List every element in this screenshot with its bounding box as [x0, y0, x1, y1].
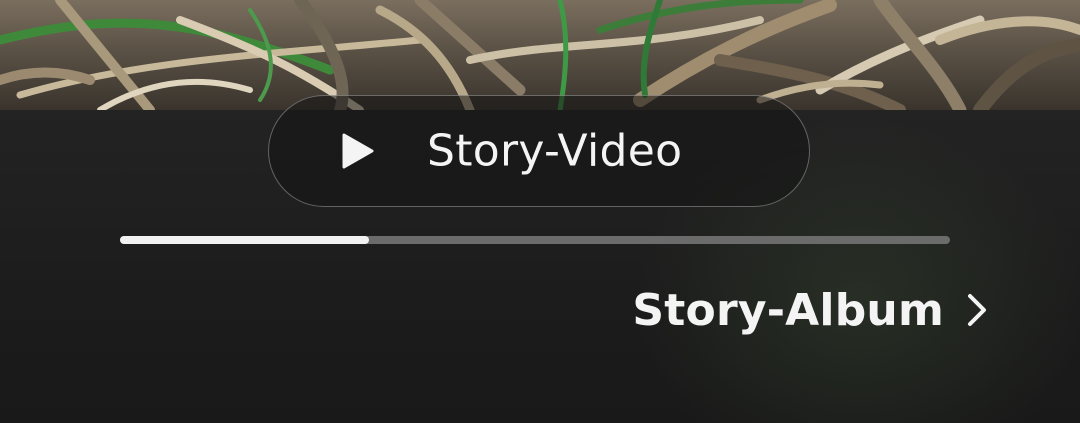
grass-photo	[0, 0, 1080, 110]
story-video-label: Story-Video	[427, 125, 683, 177]
progress-fill	[120, 236, 369, 244]
photo-preview	[0, 0, 1080, 110]
story-album-button[interactable]: Story-Album	[632, 282, 988, 338]
story-video-button[interactable]: Story-Video	[268, 95, 810, 207]
progress-bar[interactable]	[120, 236, 950, 244]
play-icon	[342, 133, 374, 169]
chevron-right-icon	[968, 294, 986, 326]
story-album-label: Story-Album	[632, 284, 944, 336]
